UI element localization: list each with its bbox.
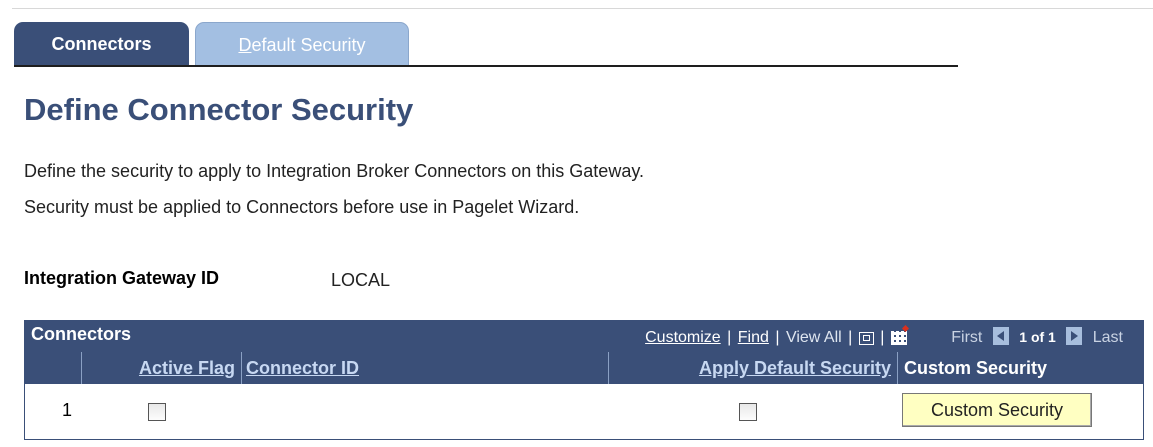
customize-link[interactable]: Customize xyxy=(645,329,721,346)
page-description-line1: Define the security to apply to Integrat… xyxy=(24,161,644,181)
apply-default-security-checkbox[interactable] xyxy=(739,403,757,421)
column-header-connector-id[interactable]: Connector ID xyxy=(242,352,609,384)
tab-default-security[interactable]: Default Security xyxy=(195,22,409,66)
tab-default-security-label: efault Security xyxy=(251,35,366,55)
nav-separator: | xyxy=(727,329,732,346)
gateway-id-value: LOCAL xyxy=(331,270,391,290)
connectors-grid: Connectors Customize | Find | View All |… xyxy=(24,320,1144,440)
column-header-custom-security: Custom Security xyxy=(898,352,1144,384)
table-row: 1 Custom Security xyxy=(24,384,1144,440)
page-description-line2: Security must be applied to Connectors b… xyxy=(24,197,580,217)
row-count: 1 of 1 xyxy=(1019,329,1056,345)
spreadsheet-icon[interactable] xyxy=(890,331,907,345)
column-header-row-number xyxy=(24,352,82,384)
last-link[interactable]: Last xyxy=(1093,329,1123,346)
first-link[interactable]: First xyxy=(951,329,982,346)
tab-default-security-accesskey: D xyxy=(238,35,252,55)
active-flag-checkbox[interactable] xyxy=(148,403,166,421)
apply-default-security-sort-link[interactable]: Apply Default Security xyxy=(699,358,891,378)
connector-id-sort-link[interactable]: Connector ID xyxy=(246,358,359,378)
grid-title: Connectors xyxy=(31,324,132,344)
nav-separator: | xyxy=(775,329,780,346)
view-all-link[interactable]: View All xyxy=(786,329,842,346)
zoom-icon[interactable] xyxy=(858,332,874,345)
column-header-row: Active Flag Connector ID Apply Default S… xyxy=(24,352,1144,384)
grid-navigation: Customize | Find | View All | | First 1 … xyxy=(645,327,1123,347)
nav-separator: | xyxy=(848,329,853,346)
next-arrow-icon[interactable] xyxy=(1066,327,1083,345)
grid-header-bar: Connectors Customize | Find | View All |… xyxy=(24,320,1144,352)
custom-security-button[interactable]: Custom Security xyxy=(902,393,1092,427)
row-number: 1 xyxy=(62,400,73,420)
column-header-active-flag[interactable]: Active Flag xyxy=(82,352,242,384)
active-flag-sort-link[interactable]: Active Flag xyxy=(139,358,235,378)
tab-connectors[interactable]: Connectors xyxy=(14,22,189,66)
nav-separator: | xyxy=(880,329,885,346)
page-frame-border xyxy=(12,8,1153,9)
previous-arrow-icon[interactable] xyxy=(992,327,1009,345)
page-title: Define Connector Security xyxy=(24,92,414,127)
column-header-apply-default-security[interactable]: Apply Default Security xyxy=(609,352,898,384)
tab-underline xyxy=(14,65,958,67)
find-link[interactable]: Find xyxy=(738,329,769,346)
gateway-id-label: Integration Gateway ID xyxy=(24,268,220,288)
